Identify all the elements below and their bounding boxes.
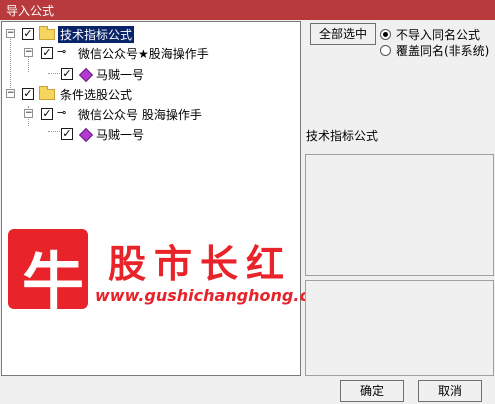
key-icon: ⊸: [57, 106, 67, 119]
tree-node-tech-formulas[interactable]: − ✓ 技术指标公式: [2, 25, 300, 43]
tree-node-author-2[interactable]: − ✓ ⊸ 微信公众号 股海操作手: [2, 105, 300, 123]
watermark-logo-char: 牛: [22, 245, 85, 318]
folder-icon: [39, 86, 55, 100]
checkbox-checked-icon[interactable]: ✓: [41, 47, 53, 59]
tree-node-label: 技术指标公式: [58, 26, 135, 43]
tree-node-author-1[interactable]: − ✓ ⊸ 微信公众号★股海操作手: [2, 44, 300, 62]
collapse-icon[interactable]: −: [24, 109, 33, 118]
collapse-icon[interactable]: −: [6, 29, 15, 38]
formula-icon: [78, 67, 94, 83]
tree-node-screen-formulas[interactable]: − ✓ 条件选股公式: [2, 85, 300, 103]
tree-node-formula-1[interactable]: ✓ 马贼一号: [2, 65, 300, 83]
overwrite-same-name-label: 覆盖同名(非系统): [396, 44, 490, 58]
description-panel[interactable]: [305, 154, 494, 276]
tree-node-label: 条件选股公式: [60, 88, 133, 102]
checkbox-checked-icon[interactable]: ✓: [22, 28, 34, 40]
tree-node-label: 微信公众号★股海操作手: [78, 47, 209, 61]
window-title: 导入公式: [6, 4, 55, 18]
checkbox-checked-icon[interactable]: ✓: [22, 88, 34, 100]
select-all-button[interactable]: 全部选中: [310, 23, 376, 45]
formula-icon: [78, 127, 94, 143]
tree-node-formula-2[interactable]: ✓ 马贼一号: [2, 125, 300, 143]
folder-icon: [39, 26, 55, 40]
title-bar: 导入公式: [0, 0, 495, 20]
cancel-button[interactable]: 取消: [418, 380, 482, 402]
skip-same-name-radio[interactable]: [380, 29, 391, 40]
tree-node-label: 马贼一号: [96, 128, 145, 142]
collapse-icon[interactable]: −: [24, 48, 33, 57]
key-icon: ⊸: [57, 45, 67, 58]
details-panel[interactable]: [305, 280, 494, 376]
watermark-name: 股市长红: [108, 241, 293, 286]
section-title: 技术指标公式: [306, 129, 379, 143]
tree-node-label: 马贼一号: [96, 68, 145, 82]
tree-node-label: 微信公众号 股海操作手: [78, 108, 202, 122]
skip-same-name-label: 不导入同名公式: [396, 28, 481, 42]
overwrite-same-name-radio[interactable]: [380, 45, 391, 56]
ok-button[interactable]: 确定: [340, 380, 404, 402]
watermark-logo: 牛: [8, 229, 88, 318]
checkbox-checked-icon[interactable]: ✓: [61, 128, 73, 140]
watermark-url: www.gushichanghong.com: [95, 286, 337, 305]
formula-tree[interactable]: − ✓ 技术指标公式 − ✓ ⊸ 微信公众号★股海操作手 ✓ 马贼一号 − ✓ …: [1, 21, 301, 376]
checkbox-checked-icon[interactable]: ✓: [61, 68, 73, 80]
collapse-icon[interactable]: −: [6, 89, 15, 98]
checkbox-checked-icon[interactable]: ✓: [41, 108, 53, 120]
